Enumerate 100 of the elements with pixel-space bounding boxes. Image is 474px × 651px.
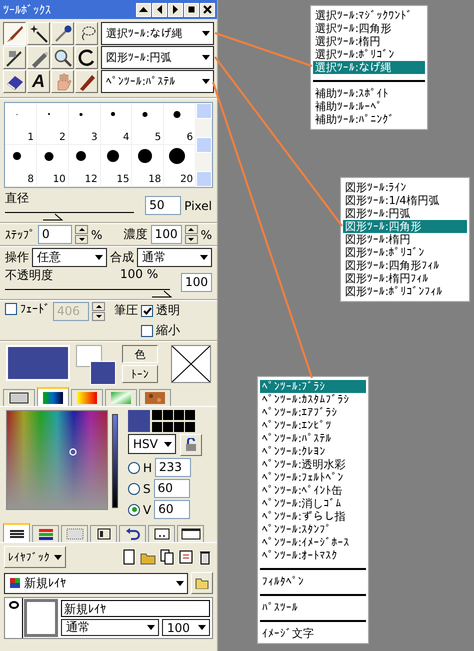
color-field[interactable] — [6, 410, 108, 510]
spin-buttons[interactable] — [184, 225, 198, 244]
brush-size-item[interactable]: 2 — [36, 103, 69, 145]
arrow-button[interactable] — [136, 2, 151, 16]
close-button[interactable] — [200, 2, 215, 16]
brush-size-item[interactable]: 5 — [132, 103, 164, 145]
brush-size-item[interactable]: 4 — [100, 103, 132, 145]
palette-swatch[interactable] — [185, 410, 195, 420]
menu-item[interactable]: ﾍﾟﾝﾂｰﾙ:透明水彩 — [260, 458, 366, 471]
pressure-checkbox[interactable]: 透明 — [141, 302, 180, 319]
palette-swatch[interactable] — [128, 410, 150, 432]
menu-item[interactable]: 補助ﾂｰﾙ:ｽﾎﾟｲﾄ — [313, 87, 425, 100]
color-tab[interactable] — [71, 389, 103, 406]
menu-item[interactable]: 図形ﾂｰﾙ:四角形ﾌｨﾙ — [343, 259, 467, 272]
menu-item[interactable]: 図形ﾂｰﾙ:楕円 — [343, 233, 467, 246]
brush-size-item[interactable]: 10 — [36, 145, 69, 187]
menu-item[interactable]: 図形ﾂｰﾙ:ﾎﾟﾘｺﾞﾝﾌｨﾙ — [343, 285, 467, 298]
spin-buttons[interactable] — [92, 302, 105, 321]
step-field[interactable]: 0 — [38, 225, 72, 244]
opacity-field[interactable]: 100 — [181, 273, 212, 292]
hsv-field[interactable]: 60 — [154, 479, 190, 498]
hsv-field[interactable]: 233 — [155, 458, 192, 477]
color-tab[interactable] — [3, 389, 35, 406]
palette-swatch[interactable] — [152, 410, 162, 420]
menu-item[interactable]: 選択ﾂｰﾙ:四角形 — [313, 22, 425, 35]
menu-item[interactable]: ｲﾒｰｼﾞ文字 — [260, 627, 366, 640]
menu-item[interactable]: 図形ﾂｰﾙ:1/4楕円弧 — [343, 194, 467, 207]
menu-item[interactable]: 図形ﾂｰﾙ:ﾗｲﾝ — [343, 181, 467, 194]
menu-item[interactable]: ﾊﾟｽﾂｰﾙ — [260, 601, 366, 614]
hsv-radio[interactable]: H — [128, 460, 152, 474]
menu-item[interactable]: ﾍﾟﾝﾂｰﾙ:ﾌｪﾙﾄﾍﾟﾝ — [260, 471, 366, 484]
menu-item[interactable]: ﾍﾟﾝﾂｰﾙ:ﾌﾞﾗｼ — [260, 380, 366, 393]
brush-size-item[interactable]: 15 — [100, 145, 132, 187]
spin-buttons[interactable] — [75, 225, 88, 244]
palette-swatch[interactable] — [174, 422, 184, 432]
arrow-button[interactable] — [152, 2, 167, 16]
composite-dropdown[interactable]: 通常 — [137, 248, 212, 267]
menu-item[interactable]: ﾍﾟﾝﾂｰﾙ:消しｺﾞﾑ — [260, 497, 366, 510]
slider-thumb[interactable] — [152, 290, 172, 298]
lock-button[interactable] — [180, 434, 202, 456]
density-field[interactable]: 100 — [150, 225, 182, 244]
menu-item[interactable]: ﾌｨﾙﾀﾍﾟﾝ — [260, 575, 366, 588]
layer-name-field[interactable]: 新規ﾚｲﾔ — [61, 600, 210, 617]
tool-dropdown[interactable]: ﾍﾟﾝﾂｰﾙ:ﾊﾟｽﾃﾙ — [101, 70, 214, 93]
slider-thumb[interactable] — [42, 213, 63, 221]
menu-item[interactable]: 図形ﾂｰﾙ:ﾎﾟﾘｺﾞﾝ — [343, 246, 467, 259]
operation-dropdown[interactable]: 任意 — [32, 248, 107, 267]
tool-button[interactable] — [3, 22, 26, 45]
color-model-dropdown[interactable]: HSV — [128, 434, 176, 454]
new-layer-icon[interactable] — [121, 549, 137, 565]
palette-swatch[interactable] — [163, 422, 173, 432]
tool-dropdown[interactable]: 図形ﾂｰﾙ:円弧 — [101, 46, 214, 69]
palette-swatch[interactable] — [163, 410, 173, 420]
brush-size-item[interactable]: 8 — [5, 145, 37, 187]
layer-tab[interactable] — [148, 525, 175, 542]
palette-swatch[interactable] — [185, 422, 195, 432]
value-bar[interactable] — [112, 414, 118, 508]
palette-swatch[interactable] — [152, 422, 162, 432]
menu-item[interactable]: ﾍﾟﾝﾂｰﾙ:ｵｰﾄﾏｽｸ — [260, 549, 366, 562]
visibility-icon[interactable] — [8, 601, 18, 609]
menu-item[interactable]: 選択ﾂｰﾙ:ﾏｼﾞｯｸﾜﾝﾄﾞ — [313, 9, 425, 22]
menu-item[interactable]: 選択ﾂｰﾙ:ﾎﾟﾘｺﾞﾝ — [313, 48, 425, 61]
menu-item[interactable]: 図形ﾂｰﾙ:円弧 — [343, 207, 467, 220]
tool-dropdown[interactable]: 選択ﾂｰﾙ:なげ縄 — [101, 22, 214, 45]
diameter-field[interactable]: 50 — [145, 196, 182, 215]
layer-tab[interactable] — [90, 525, 117, 542]
layer-row[interactable]: 新規ﾚｲﾔ 通常 100 — [4, 597, 213, 639]
copy-icon[interactable] — [159, 549, 175, 565]
layer-tab[interactable] — [32, 525, 59, 542]
menu-item[interactable]: ﾍﾟﾝﾂｰﾙ:ﾊﾟｽﾃﾙ — [260, 432, 366, 445]
hsv-radio[interactable]: V — [128, 502, 152, 516]
color-tab[interactable] — [105, 389, 137, 406]
layer-book-button[interactable]: ﾚｲﾔﾌﾞｯｸ — [4, 546, 66, 568]
brush-size-item[interactable]: 3 — [68, 103, 100, 145]
layer-opacity-dropdown[interactable]: 100 — [162, 619, 210, 636]
menu-item[interactable]: 選択ﾂｰﾙ:楕円 — [313, 35, 425, 48]
pressure-checkbox[interactable]: 縮小 — [141, 322, 180, 339]
menu-item[interactable]: 選択ﾂｰﾙ:なげ縄 — [313, 61, 425, 74]
blend-dropdown[interactable]: 通常 — [61, 619, 159, 636]
tool-button[interactable]: A — [27, 70, 50, 93]
folder-up-button[interactable] — [191, 572, 213, 594]
brush-size-item[interactable]: 1 — [5, 103, 37, 145]
menu-item[interactable]: ﾍﾟﾝﾂｰﾙ:ｶｽﾀﾑﾌﾞﾗｼ — [260, 393, 366, 406]
restore-button[interactable] — [184, 2, 199, 16]
menu-item[interactable]: ﾍﾟﾝﾂｰﾙ:ｴｱﾌﾞﾗｼ — [260, 406, 366, 419]
menu-item[interactable]: ﾍﾟﾝﾂｰﾙ:ﾍﾟｲﾝﾄ缶 — [260, 484, 366, 497]
menu-item[interactable]: ﾍﾟﾝﾂｰﾙ:ずらし指 — [260, 510, 366, 523]
menu-item[interactable]: 図形ﾂｰﾙ:四角形 — [343, 220, 467, 233]
menu-item[interactable]: 図形ﾂｰﾙ:楕円ﾌｨﾙ — [343, 272, 467, 285]
arrow-button[interactable] — [168, 2, 183, 16]
brush-size-item[interactable]: 18 — [132, 145, 164, 187]
menu-item[interactable]: ﾍﾟﾝﾂｰﾙ:ｽﾀﾝﾌﾟ — [260, 523, 366, 536]
hsv-radio[interactable]: S — [128, 482, 151, 496]
properties-icon[interactable] — [178, 549, 194, 565]
layer-tab[interactable] — [177, 525, 204, 542]
palette-swatch[interactable] — [174, 410, 184, 420]
menu-item[interactable]: ﾍﾟﾝﾂｰﾙ:ｸﾚﾖﾝ — [260, 445, 366, 458]
color-tab[interactable] — [37, 387, 69, 406]
layer-tab[interactable] — [3, 523, 30, 542]
hsv-field[interactable]: 60 — [154, 500, 190, 519]
